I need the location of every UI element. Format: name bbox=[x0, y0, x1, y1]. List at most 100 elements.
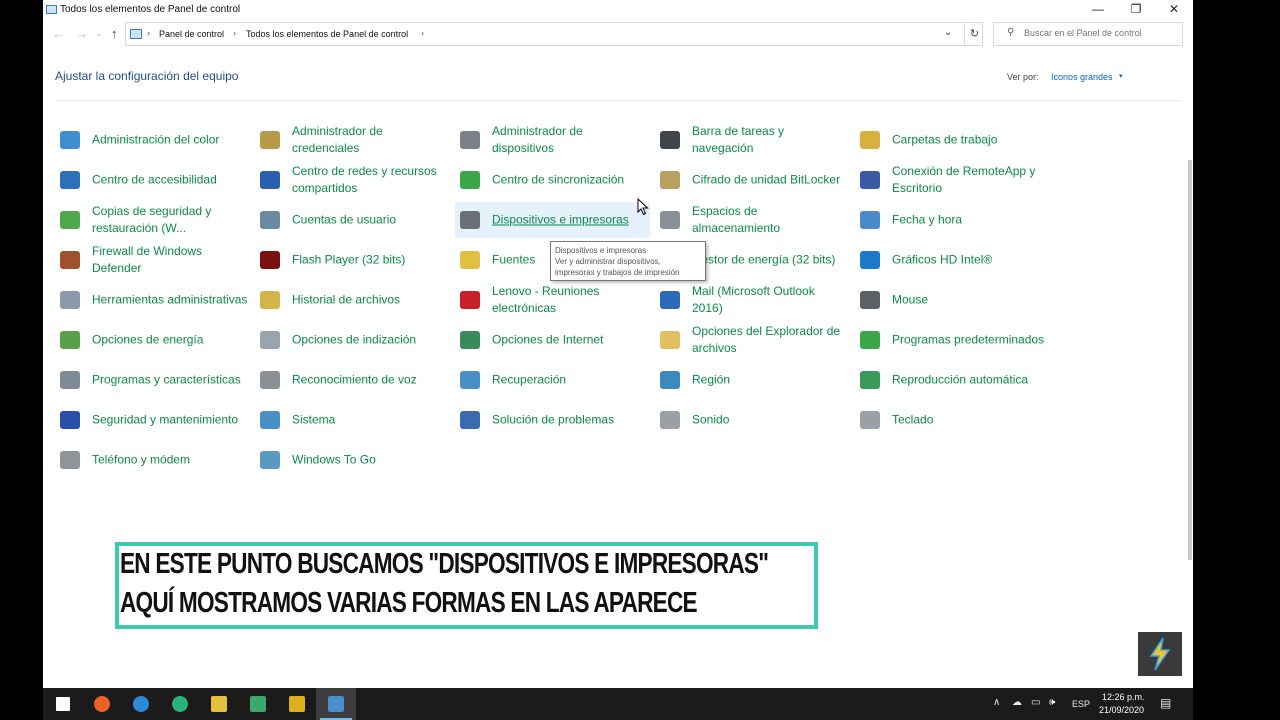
control-panel-item[interactable]: Solución de problemas bbox=[455, 402, 650, 438]
item-label[interactable]: Opciones del Explorador de archivos bbox=[692, 323, 848, 357]
item-label[interactable]: Windows To Go bbox=[292, 452, 448, 469]
show-hidden-icons-button[interactable]: ∧ bbox=[993, 697, 1000, 708]
control-panel-item[interactable]: Cifrado de unidad BitLocker bbox=[655, 162, 850, 198]
control-panel-item[interactable]: Sistema bbox=[255, 402, 450, 438]
item-label[interactable]: Administración del color bbox=[92, 132, 248, 149]
item-label[interactable]: Mail (Microsoft Outlook 2016) bbox=[692, 283, 848, 317]
control-panel-item[interactable]: Teclado bbox=[855, 402, 1050, 438]
item-label[interactable]: Centro de redes y recursos compartidos bbox=[292, 163, 448, 197]
control-panel-item[interactable]: Mail (Microsoft Outlook 2016) bbox=[655, 282, 850, 318]
control-panel-item[interactable]: Dispositivos e impresoras bbox=[455, 202, 650, 238]
control-panel-item[interactable]: Herramientas administrativas bbox=[55, 282, 250, 318]
control-panel-item[interactable]: Sonido bbox=[655, 402, 850, 438]
item-label[interactable]: Fecha y hora bbox=[892, 212, 1048, 229]
maximize-button[interactable]: ❐ bbox=[1117, 0, 1155, 20]
item-label[interactable]: Teclado bbox=[892, 412, 1048, 429]
address-dropdown-button[interactable]: ⌄ bbox=[944, 27, 952, 38]
control-panel-item[interactable]: Recuperación bbox=[455, 362, 650, 398]
item-label[interactable]: Administrador de credenciales bbox=[292, 123, 448, 157]
control-panel-item[interactable]: Opciones de Internet bbox=[455, 322, 650, 358]
taskbar-chrome[interactable] bbox=[277, 688, 317, 720]
control-panel-item[interactable]: Teléfono y módem bbox=[55, 442, 250, 478]
search-box[interactable]: ⚲ bbox=[993, 22, 1183, 46]
control-panel-item[interactable]: Espacios de almacenamiento bbox=[655, 202, 850, 238]
recent-locations-button[interactable]: ⌄ bbox=[95, 28, 103, 39]
item-label[interactable]: Flash Player (32 bits) bbox=[292, 252, 448, 269]
language-indicator[interactable]: ESP bbox=[1072, 699, 1090, 709]
control-panel-item[interactable]: Windows To Go bbox=[255, 442, 450, 478]
control-panel-item[interactable]: Firewall de Windows Defender bbox=[55, 242, 250, 278]
item-label[interactable]: Programas y características bbox=[92, 372, 248, 389]
item-label[interactable]: Firewall de Windows Defender bbox=[92, 243, 248, 277]
item-label[interactable]: Teléfono y módem bbox=[92, 452, 248, 469]
control-panel-item[interactable]: Conexión de RemoteApp y Escritorio bbox=[855, 162, 1050, 198]
item-label[interactable]: Seguridad y mantenimiento bbox=[92, 412, 248, 429]
network-icon[interactable]: ▭ bbox=[1031, 697, 1040, 708]
control-panel-item[interactable]: Opciones del Explorador de archivos bbox=[655, 322, 850, 358]
control-panel-item[interactable]: Carpetas de trabajo bbox=[855, 122, 1050, 158]
title-bar[interactable]: Todos los elementos de Panel de control … bbox=[43, 0, 1193, 20]
taskbar-start-button[interactable] bbox=[43, 688, 83, 720]
control-panel-item[interactable]: Centro de redes y recursos compartidos bbox=[255, 162, 450, 198]
control-panel-item[interactable]: Seguridad y mantenimiento bbox=[55, 402, 250, 438]
control-panel-item[interactable]: Cuentas de usuario bbox=[255, 202, 450, 238]
breadcrumb-control-panel[interactable]: Panel de control bbox=[159, 29, 224, 39]
control-panel-item[interactable]: Reconocimiento de voz bbox=[255, 362, 450, 398]
onedrive-icon[interactable]: ☁ bbox=[1012, 697, 1022, 708]
clock-date[interactable]: 21/09/2020 bbox=[1099, 705, 1144, 715]
control-panel-item[interactable]: Gráficos HD Intel® bbox=[855, 242, 1050, 278]
item-label[interactable]: Sistema bbox=[292, 412, 448, 429]
item-label[interactable]: Conexión de RemoteApp y Escritorio bbox=[892, 163, 1048, 197]
address-bar[interactable]: › Panel de control › Todos los elementos… bbox=[125, 22, 983, 46]
control-panel-item[interactable]: Opciones de indización bbox=[255, 322, 450, 358]
control-panel-item[interactable]: Administrador de credenciales bbox=[255, 122, 450, 158]
taskbar-edge-dev[interactable] bbox=[160, 688, 200, 720]
item-label[interactable]: Centro de accesibilidad bbox=[92, 172, 248, 189]
item-label[interactable]: Opciones de indización bbox=[292, 332, 448, 349]
close-button[interactable]: ✕ bbox=[1155, 0, 1193, 20]
item-label[interactable]: Reconocimiento de voz bbox=[292, 372, 448, 389]
item-label[interactable]: Administrador de dispositivos bbox=[492, 123, 648, 157]
item-label[interactable]: Mouse bbox=[892, 292, 1048, 309]
search-input[interactable] bbox=[1024, 28, 1174, 38]
item-label[interactable]: Historial de archivos bbox=[292, 292, 448, 309]
item-label[interactable]: Herramientas administrativas bbox=[92, 292, 248, 309]
control-panel-item[interactable]: Flash Player (32 bits) bbox=[255, 242, 450, 278]
control-panel-item[interactable]: Historial de archivos bbox=[255, 282, 450, 318]
scrollbar[interactable] bbox=[1188, 160, 1192, 560]
item-label[interactable]: Sonido bbox=[692, 412, 848, 429]
taskbar-edge[interactable] bbox=[121, 688, 161, 720]
minimize-button[interactable]: — bbox=[1079, 0, 1117, 20]
control-panel-item[interactable]: Mouse bbox=[855, 282, 1050, 318]
item-label[interactable]: Gráficos HD Intel® bbox=[892, 252, 1048, 269]
item-label[interactable]: Copias de seguridad y restauración (W... bbox=[92, 203, 248, 237]
item-label[interactable]: Espacios de almacenamiento bbox=[692, 203, 848, 237]
item-label[interactable]: Recuperación bbox=[492, 372, 648, 389]
item-label[interactable]: Barra de tareas y navegación bbox=[692, 123, 848, 157]
refresh-button[interactable]: ↻ bbox=[964, 23, 984, 45]
item-label[interactable]: Cifrado de unidad BitLocker bbox=[692, 172, 848, 189]
item-label[interactable]: Región bbox=[692, 372, 848, 389]
control-panel-item[interactable]: Programas predeterminados bbox=[855, 322, 1050, 358]
item-label[interactable]: Cuentas de usuario bbox=[292, 212, 448, 229]
volume-icon[interactable]: 🕪 bbox=[1049, 697, 1055, 708]
item-label[interactable]: Lenovo - Reuniones electrónicas bbox=[492, 283, 648, 317]
control-panel-item[interactable]: Fecha y hora bbox=[855, 202, 1050, 238]
control-panel-item[interactable]: Administrador de dispositivos bbox=[455, 122, 650, 158]
taskbar-app[interactable] bbox=[238, 688, 278, 720]
taskbar-file-explorer[interactable] bbox=[199, 688, 239, 720]
control-panel-item[interactable]: Barra de tareas y navegación bbox=[655, 122, 850, 158]
item-label[interactable]: Reproducción automática bbox=[892, 372, 1048, 389]
clock-time[interactable]: 12:26 p.m. bbox=[1102, 692, 1145, 702]
item-label[interactable]: Gestor de energía (32 bits) bbox=[692, 252, 848, 269]
item-label[interactable]: Opciones de Internet bbox=[492, 332, 648, 349]
control-panel-item[interactable]: Centro de sincronización bbox=[455, 162, 650, 198]
control-panel-item[interactable]: Centro de accesibilidad bbox=[55, 162, 250, 198]
item-label[interactable]: Programas predeterminados bbox=[892, 332, 1048, 349]
breadcrumb-all-items[interactable]: Todos los elementos de Panel de control bbox=[246, 29, 408, 39]
up-button[interactable]: ↑ bbox=[111, 26, 118, 41]
back-button[interactable]: ← bbox=[52, 26, 65, 41]
item-label[interactable]: Carpetas de trabajo bbox=[892, 132, 1048, 149]
control-panel-item[interactable]: Reproducción automática bbox=[855, 362, 1050, 398]
notifications-icon[interactable]: ▤ bbox=[1160, 696, 1171, 710]
